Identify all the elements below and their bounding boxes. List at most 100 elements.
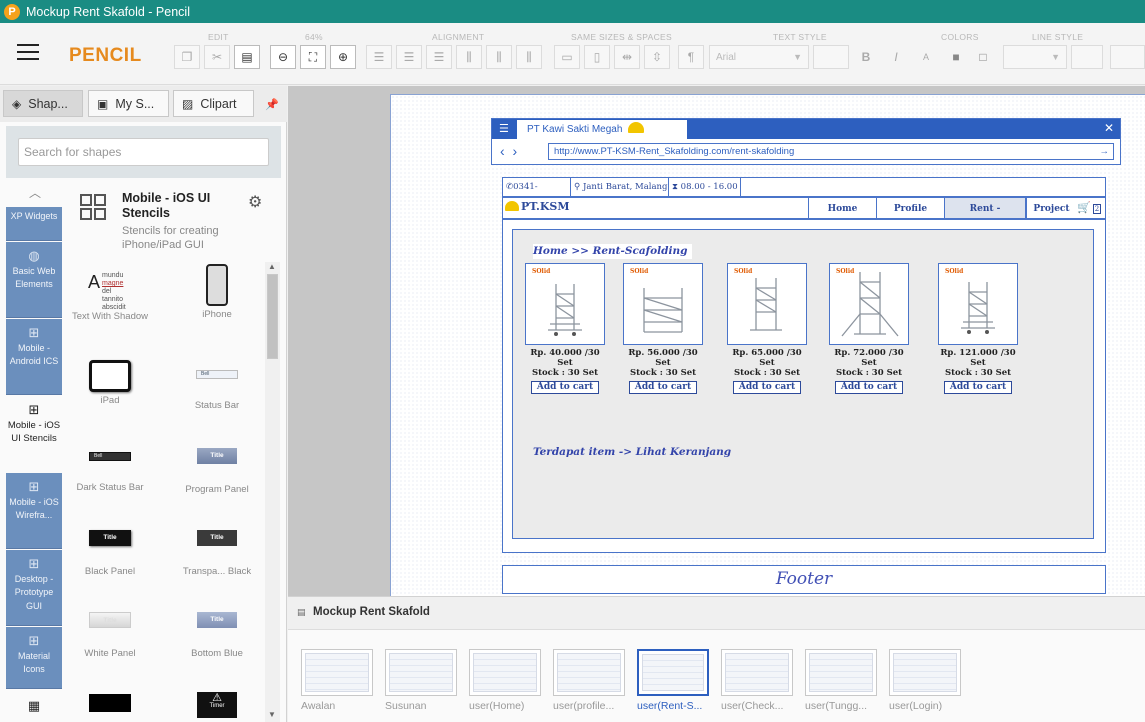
chevron-down-icon: ▼ — [793, 52, 802, 62]
zoom-in-icon[interactable]: ⊕ — [330, 45, 356, 69]
font-size-select[interactable] — [813, 45, 849, 69]
add-to-cart-button[interactable]: Add to cart — [732, 381, 802, 394]
location-pin-icon: ⚲ — [574, 182, 581, 192]
shape-bottom-blue[interactable]: Title Bottom Blue — [177, 612, 257, 659]
mock-content-area[interactable]: Home >> Rent-Scafolding SOlid Rp. 40.000… — [502, 219, 1106, 553]
paste-icon[interactable]: ▤ — [234, 45, 260, 69]
copy-icon[interactable]: ❐ — [174, 45, 200, 69]
shape-white-panel[interactable]: Title White Panel — [70, 612, 150, 659]
extra-select[interactable] — [1110, 45, 1145, 69]
category-xp-widgets[interactable]: XP Widgets — [6, 207, 62, 241]
scroll-thumb[interactable] — [267, 274, 278, 359]
page-label[interactable]: Susunan — [385, 700, 465, 712]
shape-black-bar[interactable] — [70, 694, 150, 712]
category-more[interactable]: ▦ — [6, 690, 62, 722]
page-label[interactable]: user(Tungg... — [805, 700, 877, 712]
page-label[interactable]: user(Check... — [721, 700, 793, 712]
page-label[interactable]: user(Home) — [469, 700, 549, 712]
text-color-icon[interactable]: A — [913, 45, 939, 69]
align-right-icon[interactable]: ☰ — [426, 45, 452, 69]
scroll-down-icon[interactable]: ▼ — [268, 710, 276, 719]
font-family-select[interactable]: Arial ▼ — [709, 45, 809, 69]
page-thumbnail[interactable] — [385, 649, 457, 696]
mock-logo: PT.KSM — [505, 200, 570, 213]
space-horizontal-icon[interactable]: ⇹ — [614, 45, 640, 69]
line-style-select[interactable]: ▼ — [1003, 45, 1067, 69]
page-thumbnail[interactable] — [301, 649, 373, 696]
page-label[interactable]: user(profile... — [553, 700, 625, 712]
fill-color-icon[interactable]: ■ — [943, 45, 969, 69]
page-label[interactable]: Awalan — [301, 700, 381, 712]
grid-icon: ⊞ — [28, 325, 40, 340]
gear-icon[interactable]: ⚙ — [248, 192, 262, 212]
iphone-icon — [206, 264, 228, 306]
scroll-up-icon[interactable]: ▲ — [268, 262, 276, 271]
mock-footer[interactable]: Footer — [502, 565, 1106, 594]
category-mobile-android[interactable]: ⊞ Mobile - Android ICS — [6, 319, 62, 395]
same-height-icon[interactable]: ▯ — [584, 45, 610, 69]
page-thumbnail-active[interactable] — [637, 649, 709, 696]
category-basic-web-elements[interactable]: ◍ Basic Web Elements — [6, 242, 62, 318]
shape-black-panel[interactable]: Title Black Panel — [70, 530, 150, 577]
align-middle-icon[interactable]: ⫼ — [486, 45, 512, 69]
align-center-icon[interactable]: ☰ — [396, 45, 422, 69]
shape-status-bar[interactable]: Bell Status Bar — [177, 370, 257, 411]
scaffold-image: SOlid — [623, 263, 703, 345]
product-card: SOlid Rp. 72.000 /30 Set Stock : 30 Set … — [827, 263, 911, 394]
align-bottom-icon[interactable]: ⫼ — [516, 45, 542, 69]
shape-timer[interactable]: ⚠ Timer — [177, 692, 257, 718]
zoom-out-icon[interactable]: ⊖ — [270, 45, 296, 69]
stroke-color-icon[interactable]: □ — [970, 45, 996, 69]
add-to-cart-button[interactable]: Add to cart — [530, 381, 600, 394]
line-width-select[interactable] — [1071, 45, 1103, 69]
drawing-page[interactable]: ☰ PT Kawi Sakti Megah ✕ ‹ › http://www.P… — [390, 94, 1145, 596]
same-width-icon[interactable]: ▭ — [554, 45, 580, 69]
hamburger-menu-icon[interactable] — [17, 44, 39, 60]
add-to-cart-button[interactable]: Add to cart — [834, 381, 904, 394]
align-left-icon[interactable]: ☰ — [366, 45, 392, 69]
collection-title: Mobile - iOS UI Stencils — [122, 191, 211, 220]
mock-nav-bar[interactable]: PT.KSM Home Profile Rent -Skafolding Pro… — [502, 197, 1106, 236]
shape-dark-status-bar[interactable]: Bell Dark Status Bar — [70, 452, 150, 493]
shape-ipad[interactable]: iPad — [70, 360, 150, 406]
bold-icon[interactable]: B — [853, 45, 879, 69]
add-to-cart-button[interactable]: Add to cart — [943, 381, 1013, 394]
pages-panel-header: ▤ Mockup Rent Skafold — [288, 597, 1145, 630]
tab-shapes[interactable]: ◈ Shap... — [3, 90, 83, 117]
category-material-icons[interactable]: ⊞ Material Icons — [6, 627, 62, 689]
page-thumbnail[interactable] — [553, 649, 625, 696]
tab-my-shapes[interactable]: ▣ My S... — [88, 90, 169, 117]
shape-program-panel[interactable]: Title Program Panel — [177, 448, 257, 495]
category-mobile-ios-ui[interactable]: ⊞ Mobile - iOS UI Stencils — [6, 396, 62, 472]
mock-info-bar[interactable]: ✆0341-234345 ⚲ Janti Barat, Malang ⧗ 08.… — [502, 177, 1106, 210]
mock-browser-tabstrip: ☰ PT Kawi Sakti Megah ✕ — [492, 119, 1120, 139]
shape-transparent-black[interactable]: Title Transpa... Black — [177, 530, 257, 577]
page-thumbnail[interactable] — [721, 649, 793, 696]
product-card: SOlid Rp. 56.000 /30 Set Stock : 30 Set … — [621, 263, 705, 394]
page-thumbnail[interactable] — [805, 649, 877, 696]
page-label-active[interactable]: user(Rent-S... — [637, 700, 709, 712]
image-icon: ▨ — [182, 96, 194, 111]
italic-icon[interactable]: I — [883, 45, 909, 69]
page-thumbnail[interactable] — [469, 649, 541, 696]
group-label-line-style: LINE STYLE — [1032, 32, 1084, 42]
shape-text-with-shadow[interactable]: A mundu magne del tannito abscidit Text … — [70, 270, 150, 322]
grid-icon: ⊞ — [28, 479, 40, 494]
shape-iphone[interactable]: iPhone — [177, 264, 257, 320]
category-desktop-prototype[interactable]: ⊞ Desktop - Prototype GUI — [6, 550, 62, 626]
tab-clipart[interactable]: ▨ Clipart — [173, 90, 254, 117]
search-input[interactable] — [18, 138, 269, 166]
align-top-icon[interactable]: ⫼ — [456, 45, 482, 69]
mock-browser-window[interactable]: ☰ PT Kawi Sakti Megah ✕ ‹ › http://www.P… — [491, 118, 1121, 165]
text-format-icon[interactable]: ¶ — [678, 45, 704, 69]
category-mobile-ios-wireframe[interactable]: ⊞ Mobile - iOS Wirefra... — [6, 473, 62, 549]
space-vertical-icon[interactable]: ⇳ — [644, 45, 670, 69]
shapes-scrollbar[interactable]: ▲ ▼ — [265, 262, 280, 722]
cut-icon[interactable]: ✂ — [204, 45, 230, 69]
page-label[interactable]: user(Login) — [889, 700, 969, 712]
fit-screen-icon[interactable]: ⛶ — [300, 45, 326, 69]
page-thumbnail[interactable] — [889, 649, 961, 696]
pin-icon[interactable]: 📌 — [265, 98, 279, 111]
chevron-up-icon[interactable]: ︿ — [29, 184, 41, 201]
add-to-cart-button[interactable]: Add to cart — [628, 381, 698, 394]
